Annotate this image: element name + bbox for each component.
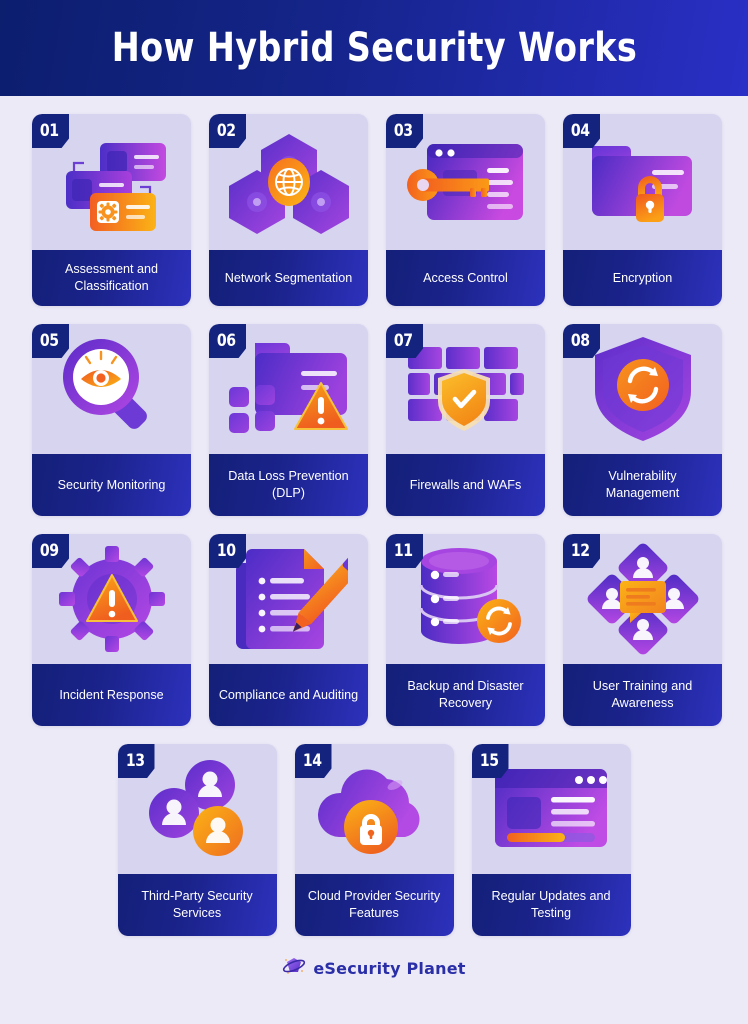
- card-label: Access Control: [386, 250, 545, 306]
- card-number-badge: 14: [294, 744, 332, 778]
- card-third-party-security-services[interactable]: 13 Third-Party Security Services: [117, 744, 277, 936]
- card-number: 15: [479, 751, 499, 771]
- card-row-4: 13 Third-Party Security Services 14 Clou…: [0, 744, 748, 936]
- card-user-training-and-awareness[interactable]: 12 User Training and Awareness: [563, 534, 722, 726]
- card-number-badge: 03: [386, 114, 423, 148]
- card-label: Assessment and Classification: [32, 250, 191, 306]
- card-label: Security Monitoring: [32, 454, 191, 516]
- card-number-badge: 04: [563, 114, 600, 148]
- card-number: 10: [217, 541, 236, 561]
- card-access-control[interactable]: 03 Access Control: [386, 114, 545, 306]
- card-number: 14: [302, 751, 322, 771]
- card-label: Vulnerability Management: [563, 454, 722, 516]
- card-number-badge: 13: [117, 744, 155, 778]
- header-banner: How Hybrid Security Works: [0, 0, 748, 96]
- card-number: 08: [571, 331, 590, 351]
- card-number: 06: [217, 331, 236, 351]
- card-number: 02: [217, 121, 236, 141]
- card-compliance-and-auditing[interactable]: 10 Compliance and Auditing: [209, 534, 368, 726]
- card-vulnerability-management[interactable]: 08 Vulnerability Management: [563, 324, 722, 516]
- card-row-2: 05 Security Monitoring 06 Data Loss Prev…: [0, 324, 748, 516]
- card-backup-and-disaster-recovery[interactable]: 11 Backup and Disaster Recovery: [386, 534, 545, 726]
- card-number-badge: 07: [386, 324, 423, 358]
- card-number: 03: [394, 121, 413, 141]
- card-encryption[interactable]: 04 Encryption: [563, 114, 722, 306]
- card-number-badge: 12: [563, 534, 600, 568]
- card-label: Compliance and Auditing: [209, 664, 368, 726]
- card-label: Data Loss Prevention (DLP): [209, 454, 368, 516]
- card-row-1: 01 Assessment and Classification 02 Netw…: [0, 114, 748, 306]
- card-label: User Training and Awareness: [563, 664, 722, 726]
- card-number-badge: 06: [209, 324, 246, 358]
- card-number: 09: [40, 541, 59, 561]
- card-firewalls-and-wafs[interactable]: 07 Firewalls and WAFs: [386, 324, 545, 516]
- card-network-segmentation[interactable]: 02 Network Segmentation: [209, 114, 368, 306]
- card-label: Third-Party Security Services: [117, 874, 277, 936]
- card-label: Encryption: [563, 250, 722, 306]
- card-number: 04: [571, 121, 590, 141]
- card-label: Firewalls and WAFs: [386, 454, 545, 516]
- card-number-badge: 01: [32, 114, 69, 148]
- page-title: How Hybrid Security Works: [111, 25, 637, 71]
- card-number-badge: 08: [563, 324, 600, 358]
- card-incident-response[interactable]: 09 Incident Response: [32, 534, 191, 726]
- cards-grid: 01 Assessment and Classification 02 Netw…: [0, 96, 748, 936]
- card-number-badge: 15: [471, 744, 509, 778]
- card-security-monitoring[interactable]: 05 Security Monitoring: [32, 324, 191, 516]
- footer-brand: eSecurity Planet: [0, 954, 748, 983]
- card-number: 05: [40, 331, 59, 351]
- card-number: 07: [394, 331, 413, 351]
- card-label: Network Segmentation: [209, 250, 368, 306]
- card-number: 01: [40, 121, 59, 141]
- brand-name: eSecurity Planet: [313, 959, 466, 978]
- card-number-badge: 11: [386, 534, 423, 568]
- card-number-badge: 09: [32, 534, 69, 568]
- card-label: Cloud Provider Security Features: [294, 874, 454, 936]
- card-row-3: 09 Incident Response 10 Compliance and A…: [0, 534, 748, 726]
- card-label: Regular Updates and Testing: [471, 874, 631, 936]
- card-number-badge: 02: [209, 114, 246, 148]
- card-label: Incident Response: [32, 664, 191, 726]
- card-data-loss-prevention[interactable]: 06 Data Loss Prevention (DLP): [209, 324, 368, 516]
- card-number: 11: [394, 541, 413, 561]
- card-cloud-provider-security-features[interactable]: 14 Cloud Provider Security Features: [294, 744, 454, 936]
- card-label: Backup and Disaster Recovery: [386, 664, 545, 726]
- card-number: 13: [125, 751, 145, 771]
- card-assessment-and-classification[interactable]: 01 Assessment and Classification: [32, 114, 191, 306]
- card-number-badge: 05: [32, 324, 69, 358]
- card-number: 12: [571, 541, 590, 561]
- card-regular-updates-and-testing[interactable]: 15 Regular Updates and Testing: [471, 744, 631, 936]
- planet-ring-icon: [282, 954, 306, 983]
- card-number-badge: 10: [209, 534, 246, 568]
